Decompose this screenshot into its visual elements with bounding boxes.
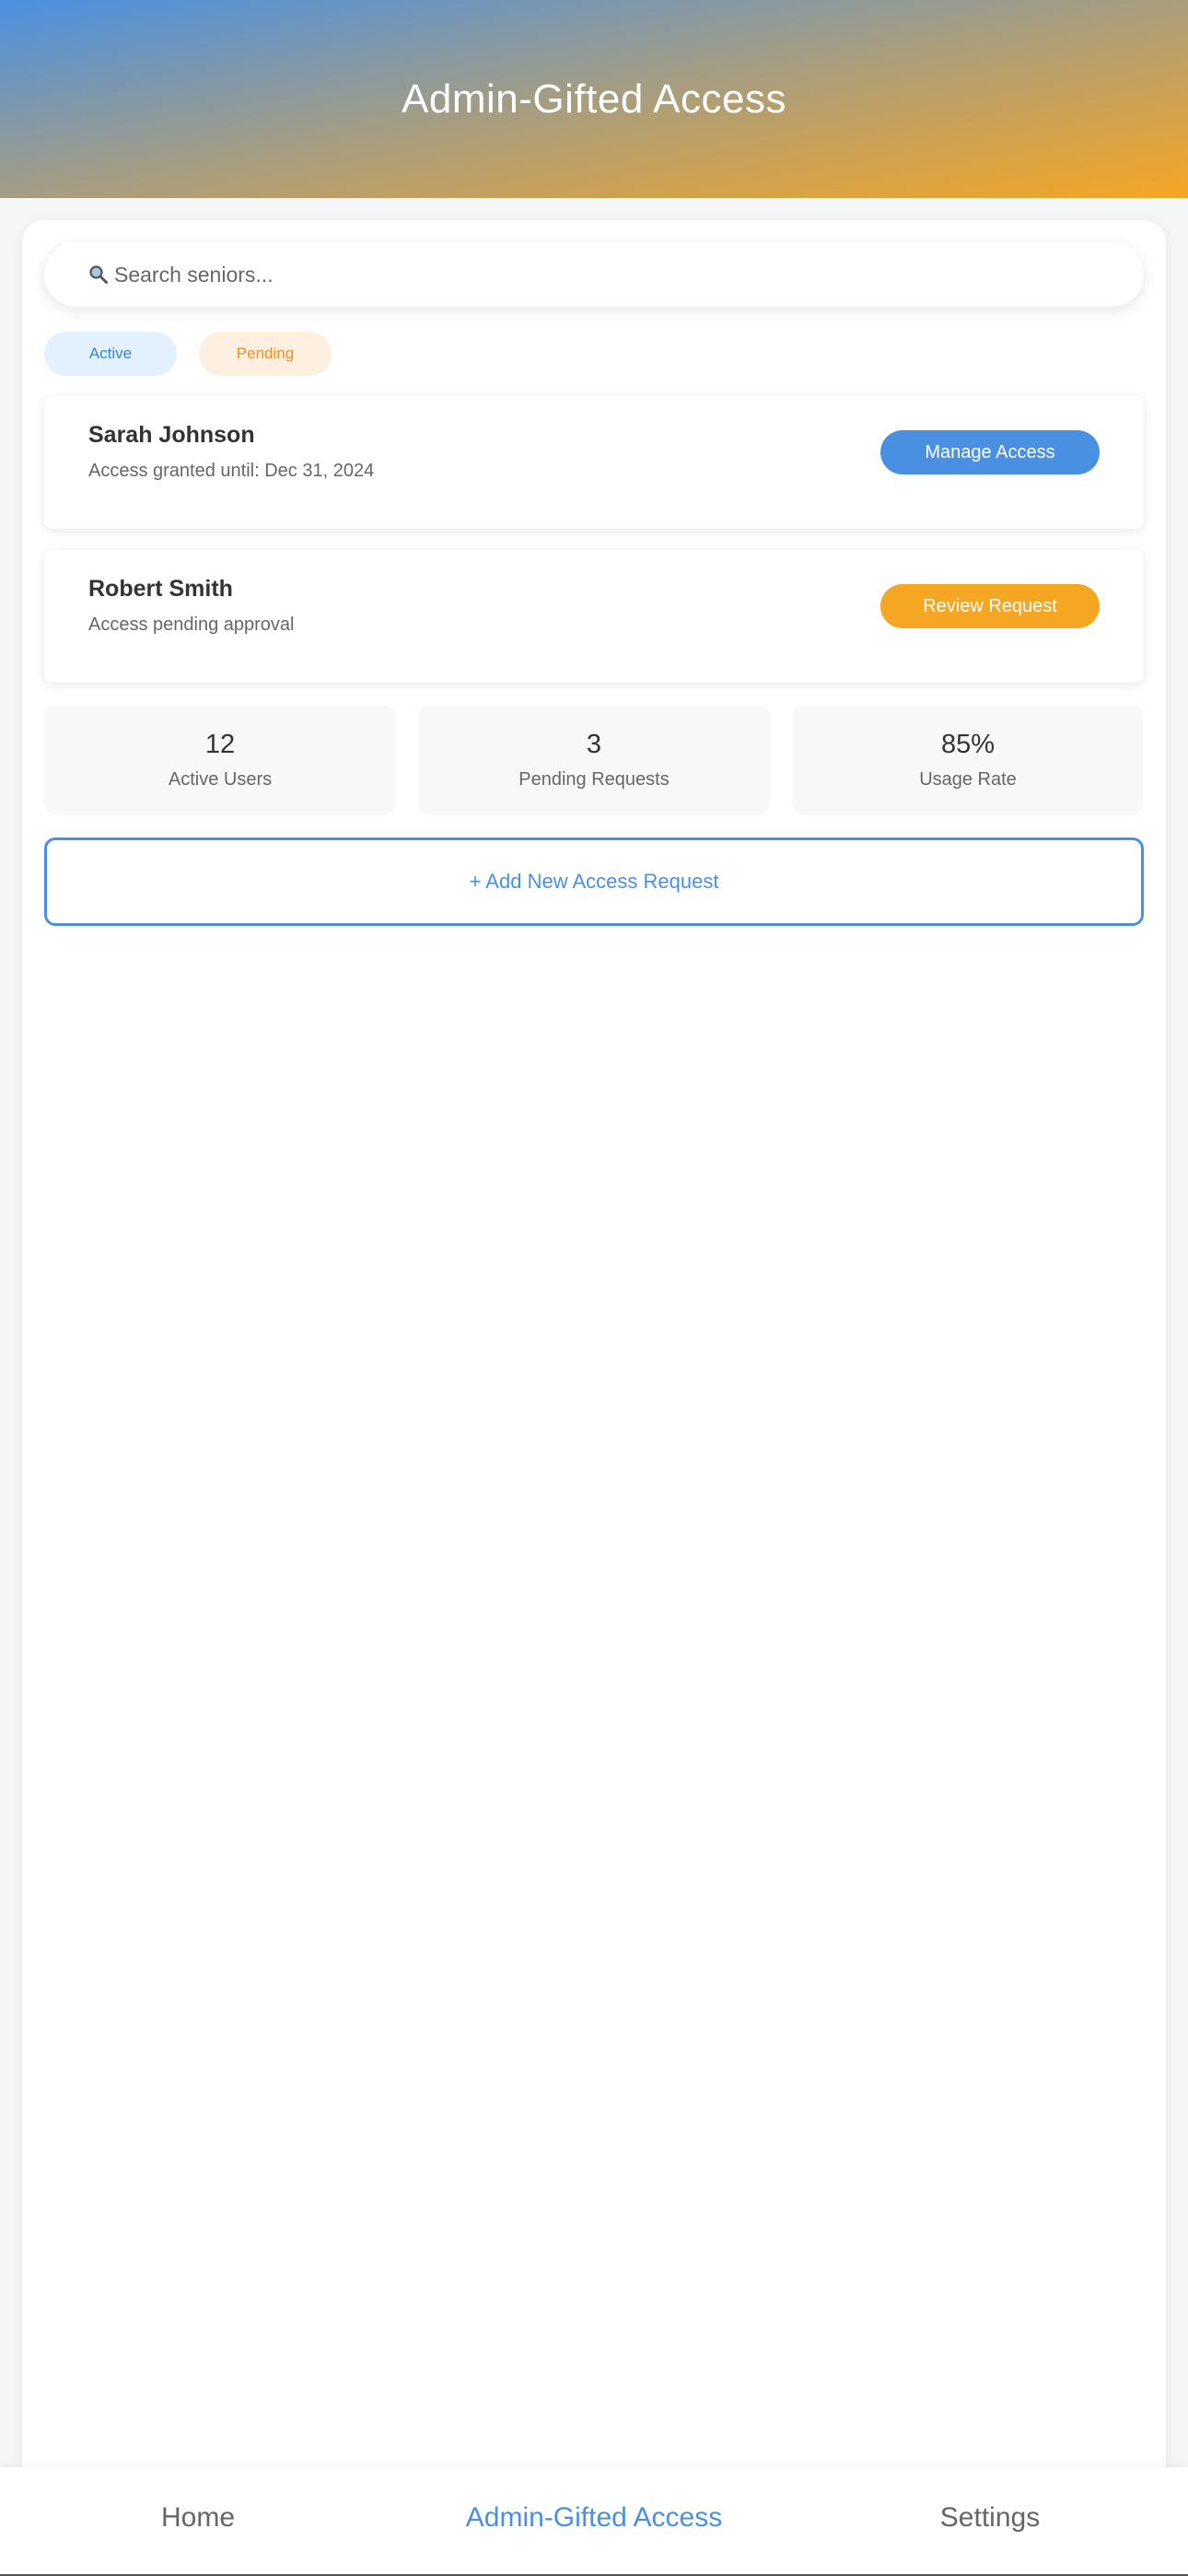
filter-chips: Active Pending xyxy=(44,332,332,376)
stat-pending-requests: 3 Pending Requests xyxy=(418,706,770,814)
manage-access-button[interactable]: Manage Access xyxy=(880,430,1100,474)
page-title: Admin-Gifted Access xyxy=(402,76,786,122)
user-card-robert-smith: Robert Smith Access pending approval Rev… xyxy=(44,550,1144,683)
search-bar[interactable] xyxy=(44,242,1144,307)
user-access-status: Access pending approval xyxy=(88,615,295,635)
filter-chip-pending[interactable]: Pending xyxy=(199,332,332,376)
nav-item-admin-gifted-access[interactable]: Admin-Gifted Access xyxy=(466,2502,722,2534)
stat-label: Active Users xyxy=(168,769,273,790)
user-name: Robert Smith xyxy=(88,576,233,602)
stat-label: Usage Rate xyxy=(919,769,1017,790)
stat-usage-rate: 85% Usage Rate xyxy=(792,706,1144,814)
search-icon xyxy=(88,264,109,285)
search-input[interactable] xyxy=(114,262,943,287)
add-access-request-button[interactable]: + Add New Access Request xyxy=(44,837,1144,926)
main-card: Active Pending Sarah Johnson Access gran… xyxy=(22,220,1166,2523)
user-name: Sarah Johnson xyxy=(88,422,255,448)
user-card-sarah-johnson: Sarah Johnson Access granted until: Dec … xyxy=(44,396,1144,529)
filter-chip-active[interactable]: Active xyxy=(44,332,177,376)
user-access-status: Access granted until: Dec 31, 2024 xyxy=(88,461,375,481)
stat-active-users: 12 Active Users xyxy=(44,706,396,814)
stats-row: 12 Active Users 3 Pending Requests 85% U… xyxy=(44,706,1144,814)
stat-value: 85% xyxy=(940,730,996,759)
stat-value: 3 xyxy=(586,730,602,759)
stat-value: 12 xyxy=(204,730,236,759)
header: Admin-Gifted Access xyxy=(0,0,1188,198)
page: Admin-Gifted Access Active Pending Sarah… xyxy=(0,0,1188,2576)
nav-item-settings[interactable]: Settings xyxy=(940,2502,1040,2534)
nav-item-home[interactable]: Home xyxy=(161,2502,235,2534)
bottom-nav: Home Admin-Gifted Access Settings xyxy=(0,2467,1188,2576)
review-request-button[interactable]: Review Request xyxy=(880,584,1100,628)
stat-label: Pending Requests xyxy=(518,769,670,790)
